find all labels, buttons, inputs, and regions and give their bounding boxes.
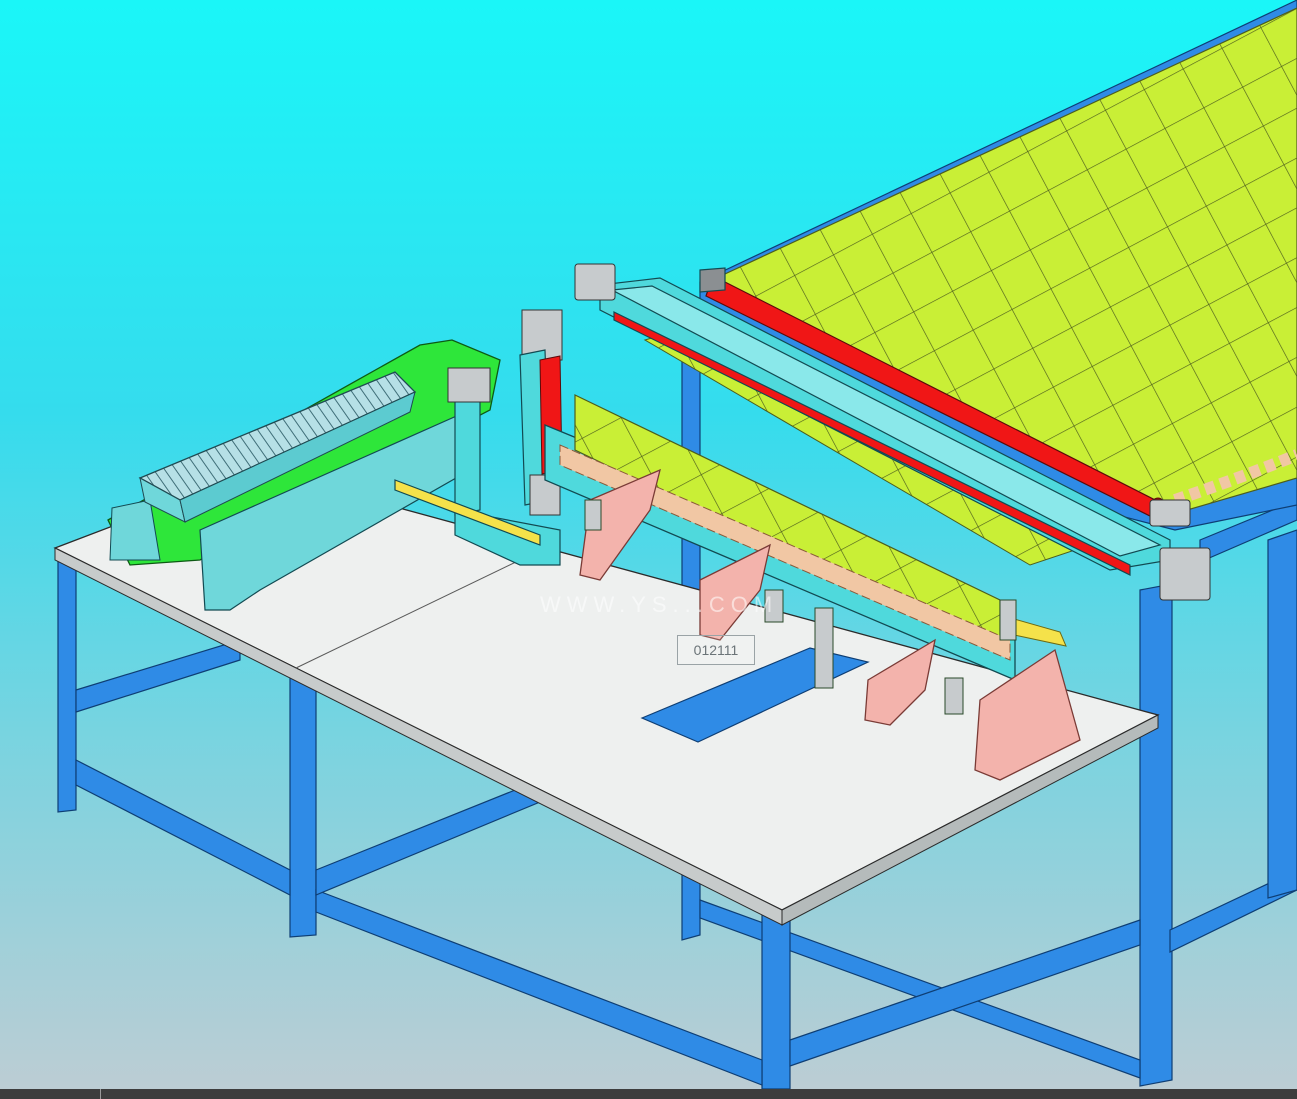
watermark-text: WWW.YS...COM bbox=[540, 592, 779, 617]
assembly-model-view[interactable] bbox=[0, 0, 1297, 1089]
status-bar bbox=[0, 1089, 1297, 1099]
status-bar-divider bbox=[100, 1089, 101, 1099]
part-id-label[interactable]: 012111 bbox=[677, 635, 755, 665]
cad-viewport[interactable]: WWW.YS...COM 012111 bbox=[0, 0, 1297, 1089]
